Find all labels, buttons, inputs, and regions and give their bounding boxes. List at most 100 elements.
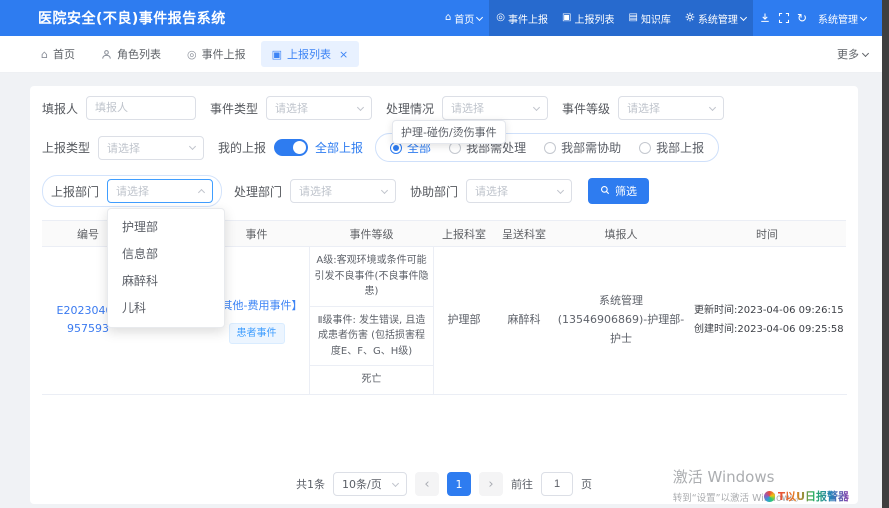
event-type-tooltip: 护理-碰伤/烫伤事件 <box>392 120 506 144</box>
screen: 医院安全(不良)事件报告系统 ⌂ 首页 ◎ 事件上报 ▣ 上报列表 ▤ 知识库 <box>0 0 889 508</box>
book-icon: ▤ <box>628 12 638 23</box>
search-icon <box>600 185 610 198</box>
reporter-input[interactable] <box>86 96 197 120</box>
watermark-line1: 激活 Windows <box>672 468 775 486</box>
target-icon: ◎ <box>496 12 506 23</box>
toggle-state-label: 全部上报 <box>315 141 364 155</box>
tab-event-report-label: 事件上报 <box>201 48 246 61</box>
nav-event-report-label: 事件上报 <box>508 14 549 26</box>
user-menu[interactable]: 系统管理 <box>814 11 870 26</box>
col-time: 时间 <box>688 221 846 247</box>
my-report-label: 我的上报 <box>218 141 267 155</box>
event-type-select[interactable]: 请选择 <box>266 96 373 120</box>
filter-button-label: 筛选 <box>615 186 638 198</box>
tab-home-label: 首页 <box>52 48 75 61</box>
assist-dept-label: 协助部门 <box>410 184 459 199</box>
top-nav: ⌂ 首页 ◎ 事件上报 ▣ 上报列表 ▤ 知识库 系统管理 ↻ 系统管理 <box>438 0 876 36</box>
filter-row-1: 填报人 事件类型 请选择 处理情况 请选择 事件等级 请 <box>42 96 846 120</box>
tab-home[interactable]: ⌂ 首页 <box>30 41 86 67</box>
filter-handle-status: 处理情况 请选择 <box>386 96 549 120</box>
filter-event-type: 事件类型 请选择 <box>210 96 373 120</box>
radio-dot <box>639 141 652 154</box>
nav-knowledge-label: 知识库 <box>640 14 671 26</box>
col-grade: 事件等级 <box>309 221 434 247</box>
event-type-label: 事件类型 <box>210 101 259 116</box>
handle-dept-select[interactable]: 请选择 <box>290 179 397 203</box>
filter-report-type: 上报类型 请选择 <box>42 135 205 160</box>
radio-my-dept-report[interactable]: 我部上报 <box>639 139 704 156</box>
nav-system-admin[interactable]: 系统管理 <box>677 0 753 36</box>
report-type-label: 上报类型 <box>42 141 91 155</box>
tab-bar: ⌂ 首页 角色列表 ◎ 事件上报 ▣ 上报列表 × 更多 <box>0 36 882 73</box>
user-menu-label: 系统管理 <box>818 14 858 26</box>
next-page-button[interactable]: › <box>479 472 503 496</box>
radio-dot <box>544 141 557 154</box>
report-dept-group: 上报部门 请选择 护理部 信息部 麻醉科 儿科 <box>42 175 226 328</box>
event-grade-select[interactable]: 请选择 <box>618 96 725 120</box>
tab-event-report[interactable]: ◎ 事件上报 <box>176 41 257 67</box>
nav-report-list[interactable]: ▣ 上报列表 <box>555 0 622 36</box>
chevron-down-icon <box>859 13 868 21</box>
badge-logo-icon <box>763 490 775 502</box>
target-icon: ◎ <box>186 47 197 61</box>
nav-system-admin-label: 系统管理 <box>697 14 738 26</box>
handle-dept-label: 处理部门 <box>234 184 283 199</box>
site-watermark-badge: T以U日报警器 <box>763 488 849 504</box>
goto-page-input[interactable] <box>541 472 573 496</box>
all-report-toggle[interactable] <box>274 139 309 156</box>
event-tag: 患者事件 <box>228 322 285 344</box>
filter-event-grade: 事件等级 请选择 <box>562 96 725 120</box>
report-dept-dropdown: 护理部 信息部 麻醉科 儿科 <box>107 208 226 328</box>
badge-text: T以U日报警器 <box>777 490 849 503</box>
home-icon: ⌂ <box>41 47 48 61</box>
filter-assist-dept: 协助部门 请选择 <box>410 179 573 203</box>
filter-button[interactable]: 筛选 <box>588 178 650 204</box>
tab-role-list-label: 角色列表 <box>116 48 161 61</box>
top-header: 医院安全(不良)事件报告系统 ⌂ 首页 ◎ 事件上报 ▣ 上报列表 ▤ 知识库 <box>0 0 882 36</box>
report-type-select[interactable]: 请选择 <box>98 135 205 160</box>
grade-item: Ⅱ级事件: 发生错误, 且造成患者伤害 (包括损害程度E、F、G、H级) <box>310 307 433 366</box>
handle-status-select[interactable]: 请选择 <box>442 96 549 120</box>
header-tools: ↻ 系统管理 <box>753 11 876 26</box>
page-1-button[interactable]: 1 <box>447 472 471 496</box>
tab-report-list[interactable]: ▣ 上报列表 × <box>260 41 360 67</box>
gear-icon <box>685 12 695 25</box>
more-label: 更多 <box>837 48 859 61</box>
chevron-down-icon <box>356 103 365 111</box>
close-icon[interactable]: × <box>339 48 348 61</box>
nav-event-report[interactable]: ◎ 事件上报 <box>489 0 556 36</box>
event-grade-label: 事件等级 <box>562 101 611 116</box>
person-icon <box>101 49 112 60</box>
page-size-select[interactable]: 10条/页 <box>333 472 407 496</box>
report-dept-select[interactable]: 请选择 护理部 信息部 麻醉科 儿科 <box>107 179 226 328</box>
dropdown-option[interactable]: 麻醉科 <box>108 268 224 295</box>
dropdown-option[interactable]: 护理部 <box>108 214 224 241</box>
nav-home-label: 首页 <box>454 14 475 26</box>
create-time: 创建时间:2023-04-06 09:25:58 <box>694 324 844 336</box>
fullscreen-icon[interactable] <box>778 12 790 24</box>
nav-home[interactable]: ⌂ 首页 <box>438 0 489 36</box>
total-count: 共1条 <box>296 478 325 491</box>
chevron-down-icon <box>861 49 870 57</box>
filter-handle-dept: 处理部门 请选择 <box>234 179 397 203</box>
dropdown-option[interactable]: 儿科 <box>108 295 224 322</box>
radio-need-assist[interactable]: 我部需协助 <box>544 139 621 156</box>
prev-page-button[interactable]: ‹ <box>415 472 439 496</box>
chevron-down-icon <box>380 186 389 194</box>
download-icon[interactable] <box>759 12 771 24</box>
list-icon: ▣ <box>562 12 572 23</box>
dropdown-option[interactable]: 信息部 <box>108 241 224 268</box>
cell-time: 更新时间:2023-04-06 09:26:15 创建时间:2023-04-06… <box>688 247 847 395</box>
content-card: 填报人 事件类型 请选择 处理情况 请选择 事件等级 请 <box>30 86 858 504</box>
chevron-down-icon <box>557 186 565 194</box>
nav-knowledge[interactable]: ▤ 知识库 <box>621 0 678 36</box>
tab-role-list[interactable]: 角色列表 <box>90 41 172 67</box>
list-icon: ▣ <box>271 47 282 61</box>
refresh-icon[interactable]: ↻ <box>797 12 807 24</box>
tab-report-list-label: 上报列表 <box>287 48 331 61</box>
cell-report-dept: 护理部 <box>434 247 494 395</box>
more-menu[interactable]: 更多 <box>837 46 870 62</box>
col-report-dept: 上报科室 <box>434 221 494 247</box>
right-edge-strip <box>882 0 889 508</box>
assist-dept-select[interactable]: 请选择 <box>466 179 573 203</box>
